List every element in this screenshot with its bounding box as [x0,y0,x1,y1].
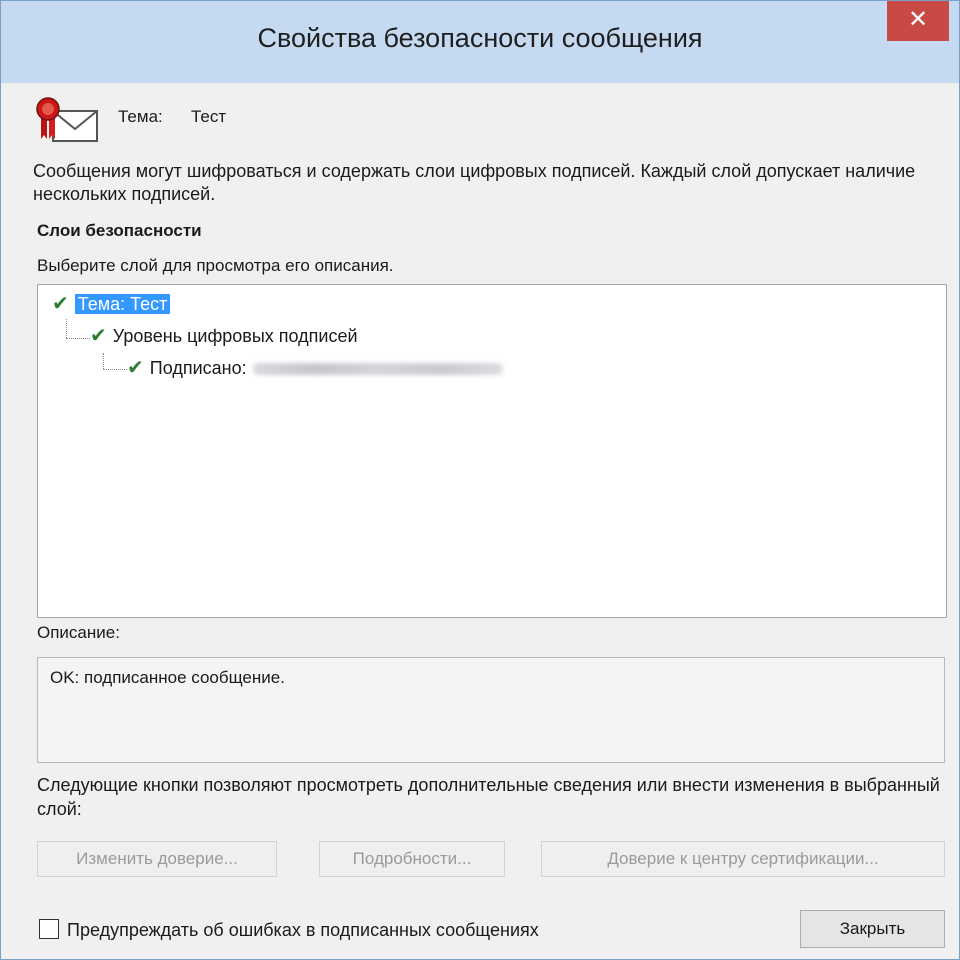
description-label: Описание: [37,623,120,642]
tree-item-subject[interactable]: ✔ Тема: Тест [52,291,171,316]
intro-text: Сообщения могут шифроваться и содержать … [33,161,916,204]
edit-trust-button[interactable]: Изменить доверие... [37,841,277,877]
tree-connector [66,338,90,339]
layers-hint: Выберите слой для просмотра его описания… [37,256,394,275]
subject-value: Тест [191,107,227,126]
dialog-content: Тема: Тест Сообщения могут шифроваться и… [11,83,949,949]
valid-check-icon: ✔ [127,357,144,379]
title-bar: Свойства безопасности сообщения ✕ [1,1,959,83]
tree-connector [103,369,127,370]
redacted-signer-email [252,363,503,376]
tree-item-signature-layer[interactable]: ✔ Уровень цифровых подписей [90,323,358,348]
tree-item-label: Уровень цифровых подписей [112,326,358,346]
close-button[interactable]: Закрыть [800,910,945,948]
valid-check-icon: ✔ [90,325,107,347]
tree-connector [66,319,67,338]
warn-errors-label[interactable]: Предупреждать об ошибках в подписанных с… [67,920,539,941]
layers-heading: Слои безопасности [37,221,202,240]
tree-item-label: Тема: Тест [74,294,171,314]
close-window-button[interactable]: ✕ [887,1,949,41]
tree-item-signer[interactable]: ✔ Подписано: [127,355,503,380]
trust-ca-button[interactable]: Доверие к центру сертификации... [541,841,945,877]
valid-check-icon: ✔ [52,293,69,315]
details-button[interactable]: Подробности... [319,841,505,877]
signed-envelope-icon [33,89,103,154]
security-properties-dialog: Свойства безопасности сообщения ✕ Тема: … [0,0,960,960]
security-layers-tree[interactable]: ✔ Тема: Тест ✔ Уровень цифровых подписей ✔… [37,284,947,618]
warn-errors-checkbox[interactable] [39,919,59,939]
subject-label: Тема: [118,107,163,126]
buttons-hint: Следующие кнопки позволяют просмотреть д… [37,775,940,819]
dialog-title: Свойства безопасности сообщения [257,23,703,53]
tree-item-label: Подписано: [149,358,247,378]
tree-connector [103,353,104,369]
description-box: OK: подписанное сообщение. [37,657,945,763]
